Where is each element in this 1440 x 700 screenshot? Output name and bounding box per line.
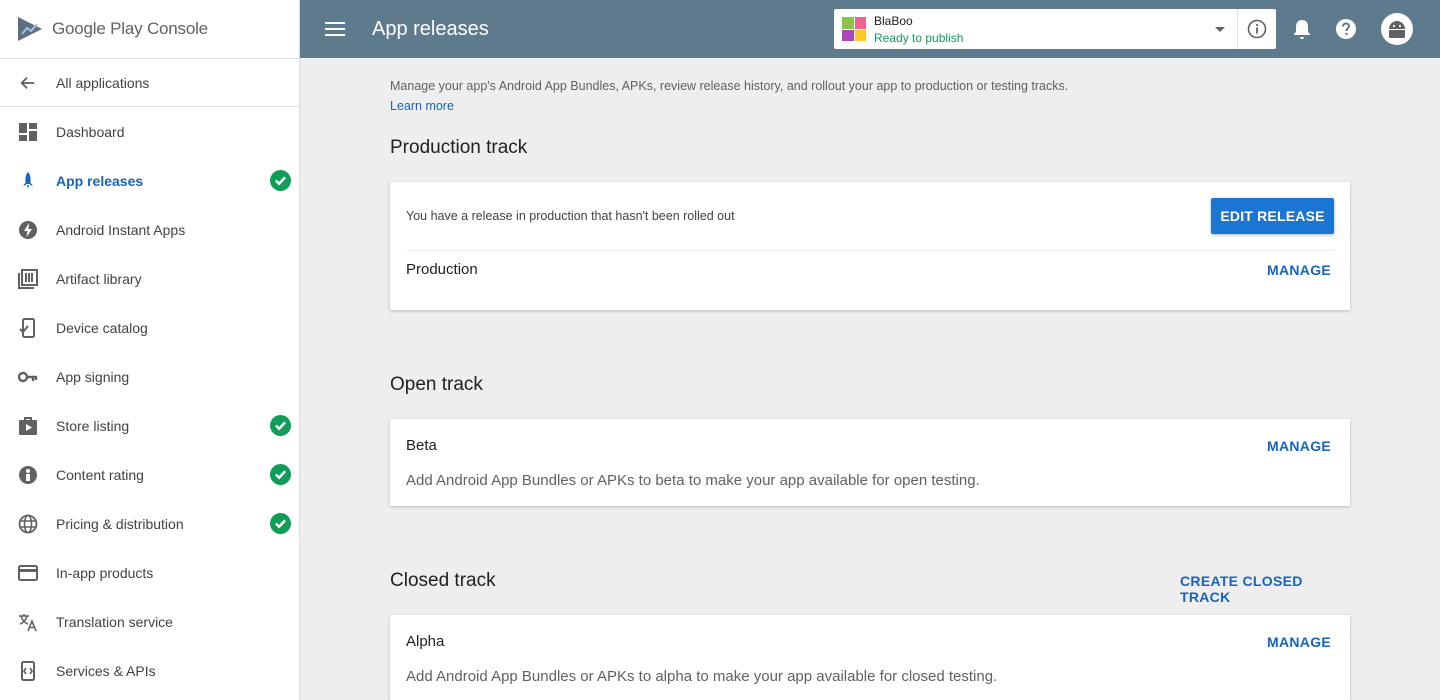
sidebar-item-store-listing[interactable]: Store listing: [0, 401, 299, 450]
arrow-back-icon: [18, 73, 38, 93]
sidebar-item-label: Artifact library: [56, 270, 142, 287]
production-notice: You have a release in production that ha…: [406, 209, 735, 223]
rocket-icon: [18, 171, 38, 191]
brand-name-main: Google Play: [52, 19, 143, 38]
brand-logo-area[interactable]: Google Play Console: [0, 0, 299, 59]
brand-name-suffix: Console: [146, 19, 208, 38]
all-applications-label: All applications: [56, 74, 150, 91]
intro-text: Manage your app's Android App Bundles, A…: [390, 76, 1350, 116]
sidebar-item-artifact-library[interactable]: Artifact library: [0, 254, 299, 303]
all-applications-link[interactable]: All applications: [0, 59, 299, 107]
sidebar-item-in-app-products[interactable]: In-app products: [0, 548, 299, 597]
app-icon: [842, 17, 866, 41]
learn-more-link[interactable]: Learn more: [390, 96, 1350, 116]
sidebar-item-android-instant-apps[interactable]: Android Instant Apps: [0, 205, 299, 254]
edit-release-button[interactable]: EDIT RELEASE: [1211, 198, 1334, 234]
alpha-track-name: Alpha: [406, 633, 445, 650]
sidebar-item-app-signing[interactable]: App signing: [0, 352, 299, 401]
play-console-logo-icon: [18, 17, 42, 41]
sidebar-nav: Dashboard App releases Android Instant A…: [0, 107, 299, 695]
sidebar-item-label: App releases: [56, 172, 144, 189]
sidebar-item-device-catalog[interactable]: Device catalog: [0, 303, 299, 352]
sidebar-item-label: Services & APIs: [56, 662, 156, 679]
intro-description: Manage your app's Android App Bundles, A…: [390, 79, 1069, 93]
open-track-card: Beta MANAGE Add Android App Bundles or A…: [390, 419, 1350, 506]
sidebar-item-label: Store listing: [56, 417, 130, 434]
sidebar-item-label: Device catalog: [56, 319, 148, 336]
sidebar-item-app-releases[interactable]: App releases: [0, 156, 299, 205]
app-selector[interactable]: BlaBoo Ready to publish: [834, 9, 1276, 49]
library-icon: [18, 268, 38, 289]
android-avatar-icon: [1389, 21, 1405, 38]
sidebar-item-translation-service[interactable]: Translation service: [0, 597, 299, 646]
open-track-title: Open track: [390, 374, 483, 395]
sidebar-item-pricing-distribution[interactable]: Pricing & distribution: [0, 499, 299, 548]
info-icon[interactable]: [1238, 19, 1276, 39]
check-circle-icon: [270, 415, 291, 436]
closed-track-title: Closed track: [390, 570, 496, 591]
check-circle-icon: [270, 513, 291, 534]
store-icon: [18, 416, 38, 436]
sidebar-item-label: Dashboard: [56, 123, 125, 140]
sidebar-item-label: In-app products: [56, 564, 154, 581]
alpha-manage-button[interactable]: MANAGE: [1267, 634, 1331, 650]
avatar[interactable]: [1381, 13, 1413, 45]
app-status: Ready to publish: [874, 30, 964, 45]
globe-icon: [18, 514, 38, 534]
sidebar-item-dashboard[interactable]: Dashboard: [0, 107, 299, 156]
production-track-name: Production: [406, 261, 478, 278]
dropdown-caret-icon[interactable]: [1215, 26, 1225, 32]
key-icon: [18, 367, 38, 387]
sidebar-item-label: Translation service: [56, 613, 173, 630]
sidebar-item-services-apis[interactable]: Services & APIs: [0, 646, 299, 695]
top-bar: App releases BlaBoo Ready to publish: [300, 0, 1440, 58]
sidebar: Google Play Console All applications Das…: [0, 0, 300, 700]
main-content: Manage your app's Android App Bundles, A…: [390, 58, 1350, 700]
rating-icon: [18, 465, 38, 485]
bolt-icon: [18, 220, 38, 240]
hamburger-menu-icon[interactable]: [325, 18, 345, 40]
production-manage-button[interactable]: MANAGE: [1267, 262, 1331, 278]
help-icon[interactable]: [1332, 15, 1360, 43]
closed-track-card: Alpha MANAGE Add Android App Bundles or …: [390, 615, 1350, 700]
app-selector-text: BlaBoo Ready to publish: [874, 14, 1215, 45]
check-circle-icon: [270, 464, 291, 485]
card-icon: [18, 563, 38, 583]
beta-description: Add Android App Bundles or APKs to beta …: [406, 472, 980, 489]
notifications-bell-icon[interactable]: [1288, 15, 1316, 43]
sidebar-item-label: Android Instant Apps: [56, 221, 186, 238]
brand-name: Google Play Console: [52, 19, 208, 39]
sidebar-item-label: App signing: [56, 368, 130, 385]
device-icon: [18, 317, 38, 338]
sidebar-item-label: Content rating: [56, 466, 144, 483]
alpha-description: Add Android App Bundles or APKs to alpha…: [406, 668, 998, 685]
app-name: BlaBoo: [874, 13, 913, 28]
page-title: App releases: [372, 17, 489, 40]
sidebar-item-content-rating[interactable]: Content rating: [0, 450, 299, 499]
create-closed-track-button[interactable]: CREATE CLOSED TRACK: [1180, 573, 1350, 605]
production-track-title: Production track: [390, 137, 528, 158]
card-divider: [406, 250, 1334, 251]
api-icon: [18, 660, 38, 681]
production-track-card: You have a release in production that ha…: [390, 182, 1350, 310]
top-actions: [1288, 15, 1376, 43]
dashboard-icon: [18, 122, 38, 142]
translate-icon: [18, 612, 38, 632]
beta-track-name: Beta: [406, 437, 437, 454]
sidebar-item-label: Pricing & distribution: [56, 515, 184, 532]
beta-manage-button[interactable]: MANAGE: [1267, 438, 1331, 454]
check-circle-icon: [270, 170, 291, 191]
